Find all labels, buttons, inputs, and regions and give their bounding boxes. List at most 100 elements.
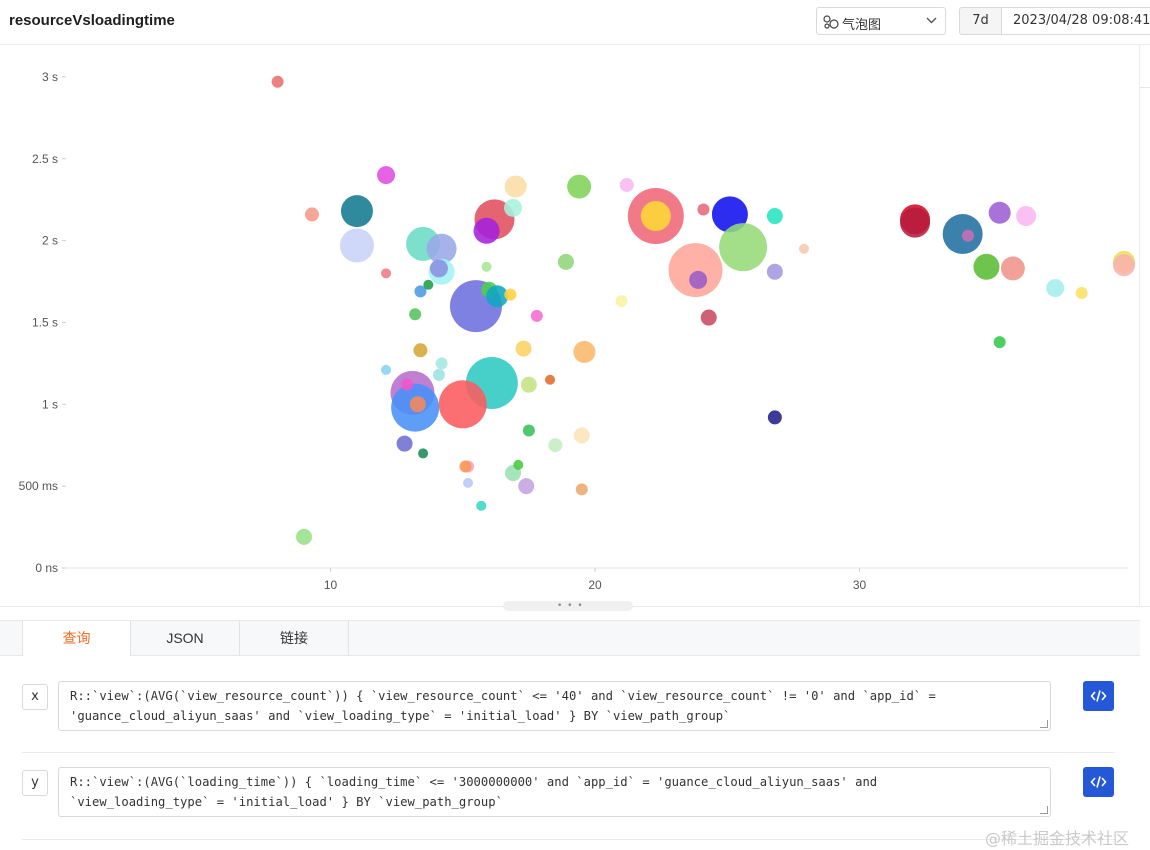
code-icon <box>1090 690 1107 702</box>
bubble-point[interactable] <box>432 368 445 381</box>
bubble-point[interactable] <box>719 223 768 272</box>
bubble-point[interactable] <box>1075 286 1088 299</box>
bubble-point[interactable] <box>435 357 448 370</box>
bubble-point[interactable] <box>296 528 313 545</box>
bubble-point[interactable] <box>993 336 1006 349</box>
bubble-point[interactable] <box>567 174 592 199</box>
chart-title: resourceVsloadingtime <box>9 12 175 29</box>
bubble-point[interactable] <box>429 259 448 278</box>
bubble-point[interactable] <box>522 424 535 437</box>
bubble-point[interactable] <box>545 374 556 385</box>
bubble-point[interactable] <box>766 208 783 225</box>
query-x-axis-label: x <box>22 684 48 710</box>
bubble-point[interactable] <box>767 410 782 425</box>
y-axis: 0 ns 500 ms 1 s 1.5 s 2 s 2.5 s 3 s <box>19 70 66 575</box>
tab-json[interactable]: JSON <box>131 621 240 655</box>
bubble-point[interactable] <box>459 460 472 473</box>
tab-link[interactable]: 链接 <box>240 621 349 655</box>
x-axis: 10 20 30 <box>66 567 1128 592</box>
bubble-point[interactable] <box>401 378 414 391</box>
query-x-text: R::`view`:(AVG(`view_resource_count`)) {… <box>70 689 936 723</box>
bubble-point[interactable] <box>619 177 634 192</box>
y-tick-label: 1 s <box>42 397 58 411</box>
chart-type-select[interactable]: 气泡图 <box>816 7 946 35</box>
bubble-point[interactable] <box>271 75 284 88</box>
bubble-point[interactable] <box>689 270 708 289</box>
bubble-point[interactable] <box>513 459 524 470</box>
bubble-point[interactable] <box>413 343 428 358</box>
bubble-point[interactable] <box>304 207 319 222</box>
bubble-point[interactable] <box>504 288 517 301</box>
tab-query[interactable]: 查询 <box>22 621 131 656</box>
bubble-point[interactable] <box>697 203 710 216</box>
bubble-point[interactable] <box>700 309 717 326</box>
bubble-point[interactable] <box>515 340 532 357</box>
bubble-point[interactable] <box>573 340 596 363</box>
code-icon <box>1090 776 1107 788</box>
bubble-point[interactable] <box>988 201 1011 224</box>
bubble-chart: 0 ns 500 ms 1 s 1.5 s 2 s 2.5 s 3 s 10 20 30 <box>19 70 1135 592</box>
vertical-scrollbar[interactable] <box>1139 45 1150 605</box>
bubble-point[interactable] <box>530 309 543 322</box>
y-tick-label: 3 s <box>42 70 58 84</box>
bubble-point[interactable] <box>520 376 537 393</box>
query-x-input[interactable]: R::`view`:(AVG(`view_resource_count`)) {… <box>58 681 1051 731</box>
query-x-code-button[interactable] <box>1083 681 1114 711</box>
y-tick-label: 2.5 s <box>32 152 58 166</box>
bubble-point[interactable] <box>615 295 628 308</box>
y-tick-label: 500 ms <box>19 479 58 493</box>
bubble-point[interactable] <box>339 228 374 263</box>
y-tick-label: 0 ns <box>35 561 58 575</box>
x-tick-label: 20 <box>588 578 602 592</box>
query-y-axis-label: y <box>22 770 48 796</box>
bubble-point[interactable] <box>557 253 574 270</box>
bubble-point[interactable] <box>381 268 392 279</box>
editor-tabs: 查询 JSON 链接 <box>0 620 1140 656</box>
bubble-point[interactable] <box>766 263 783 280</box>
y-tick-label: 2 s <box>42 234 58 248</box>
panel-resize-handle[interactable]: • • • <box>503 601 633 611</box>
bubble-point[interactable] <box>1113 254 1135 277</box>
bubble-point[interactable] <box>438 380 487 429</box>
bubble-point[interactable] <box>1000 256 1025 281</box>
bubble-point[interactable] <box>1016 206 1037 227</box>
bubble-point[interactable] <box>409 308 422 321</box>
bubble-point[interactable] <box>518 478 535 495</box>
resize-grip-icon[interactable] <box>1040 806 1048 814</box>
bubble-point[interactable] <box>961 229 974 242</box>
bubble-point[interactable] <box>473 217 500 244</box>
bubble-point[interactable] <box>481 261 492 272</box>
bubble-point[interactable] <box>573 427 590 444</box>
chart-header: resourceVsloadingtime 气泡图 7d 2023/04/28 … <box>0 0 1150 45</box>
chevron-down-icon <box>926 17 937 24</box>
bubble-point[interactable] <box>640 201 671 232</box>
bubble-point[interactable] <box>668 243 723 298</box>
bubble-point[interactable] <box>423 279 434 290</box>
bubble-point[interactable] <box>409 396 426 413</box>
y-tick-label: 1.5 s <box>32 315 58 329</box>
bubble-point[interactable] <box>381 364 392 375</box>
bubble-point[interactable] <box>340 195 373 228</box>
bubble-point[interactable] <box>548 438 563 453</box>
bubble-point[interactable] <box>575 483 588 496</box>
bubble-point[interactable] <box>476 500 487 511</box>
bubble-point[interactable] <box>463 477 474 488</box>
bubble-series <box>271 75 1135 545</box>
query-y-input[interactable]: R::`view`:(AVG(`loading_time`)) { `loadi… <box>58 767 1051 817</box>
bubble-point[interactable] <box>973 253 1000 280</box>
watermark: @稀土掘金技术社区 <box>985 829 1130 848</box>
time-display[interactable]: 2023/04/28 09:08:41 <box>1001 7 1150 35</box>
bubble-point[interactable] <box>418 448 429 459</box>
query-y-code-button[interactable] <box>1083 767 1114 797</box>
time-range-button[interactable]: 7d <box>959 7 1002 35</box>
bubble-point[interactable] <box>396 435 413 452</box>
bubble-point[interactable] <box>377 166 396 185</box>
bubble-point[interactable] <box>900 207 931 238</box>
bubble-point[interactable] <box>798 243 809 254</box>
x-tick-label: 10 <box>324 578 338 592</box>
bubble-point[interactable] <box>504 175 527 198</box>
resize-grip-icon[interactable] <box>1040 720 1048 728</box>
bubble-point[interactable] <box>504 198 523 217</box>
x-tick-label: 30 <box>853 578 867 592</box>
bubble-point[interactable] <box>1046 279 1065 298</box>
